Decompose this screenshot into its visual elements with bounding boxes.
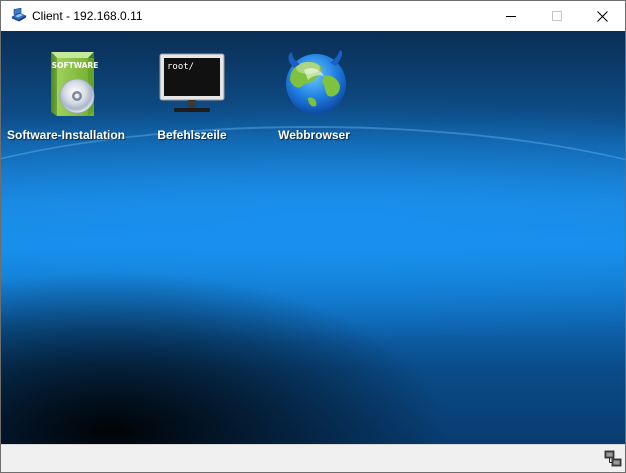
- svg-text:root/: root/: [167, 62, 194, 72]
- desktop-icon-label: Befehlszeile: [157, 128, 227, 142]
- client-window: Client - 192.168.0.11 SOFTWARE Software-…: [0, 0, 626, 473]
- window-title: Client - 192.168.0.11: [32, 9, 143, 23]
- minimize-icon: [506, 16, 516, 17]
- desktop-icon-webbrowser[interactable]: Webbrowser: [278, 46, 350, 142]
- desktop-area[interactable]: SOFTWARE Software-Installation root/ Bef…: [1, 31, 625, 444]
- desktop-wallpaper-arc: [1, 126, 625, 408]
- maximize-icon: [552, 11, 562, 21]
- client-computer-icon: [11, 7, 27, 24]
- globe-browser-icon: [286, 50, 346, 114]
- close-icon: [596, 10, 608, 22]
- title-bar[interactable]: Client - 192.168.0.11: [1, 1, 625, 31]
- status-bar: [1, 444, 625, 472]
- software-box-cd-icon: SOFTWARE: [51, 52, 99, 116]
- maximize-button[interactable]: [534, 1, 580, 31]
- close-button[interactable]: [579, 1, 625, 31]
- minimize-button[interactable]: [488, 1, 534, 31]
- desktop-icon-befehlszeile[interactable]: root/ Befehlszeile: [156, 46, 228, 142]
- terminal-monitor-icon: root/: [159, 53, 225, 112]
- desktop-icon-label: Webbrowser: [278, 128, 350, 142]
- network-connection-icon[interactable]: [604, 450, 622, 468]
- desktop-icon-label: Software-Installation: [7, 128, 126, 142]
- desktop-icon-software-installation[interactable]: SOFTWARE Software-Installation: [7, 46, 125, 142]
- svg-text:SOFTWARE: SOFTWARE: [52, 61, 99, 70]
